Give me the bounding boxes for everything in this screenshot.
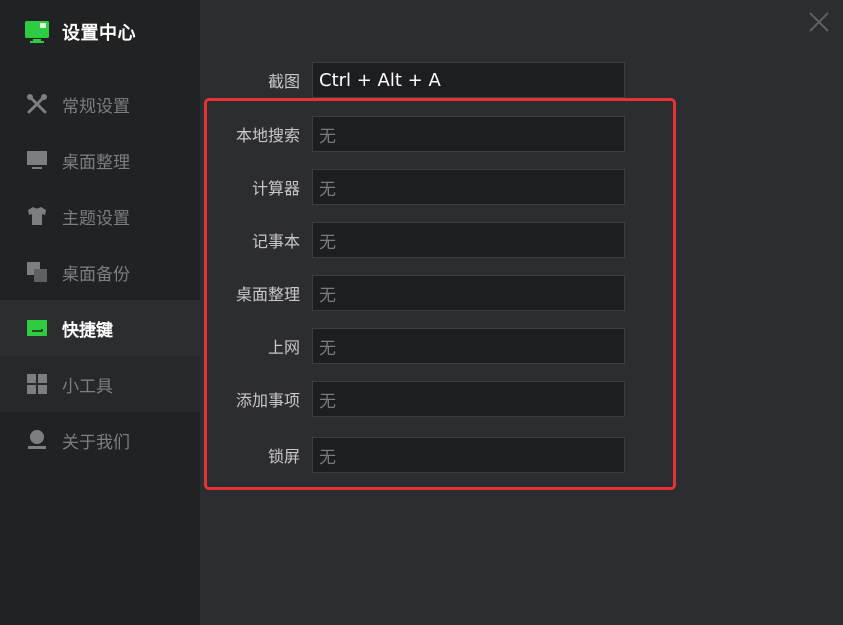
shirt-icon (26, 205, 48, 227)
shortcut-input[interactable]: 无 (312, 275, 625, 311)
sidebar-item-shortcuts[interactable]: 快捷键 (0, 300, 200, 356)
sidebar-item-about[interactable]: 关于我们 (0, 412, 200, 468)
shortcut-label: 桌面整理 (235, 285, 300, 304)
shortcut-input[interactable]: 无 (312, 169, 625, 205)
sidebar-item-label: 桌面备份 (62, 264, 130, 285)
sidebar-item-desktop-organize[interactable]: 桌面整理 (0, 132, 200, 188)
shortcut-input[interactable]: 无 (312, 328, 625, 364)
tools-icon (26, 93, 48, 115)
sidebar-nav: 常规设置 桌面整理 主题设置 桌面备份 快捷键 小工具 关于我们 (0, 76, 200, 468)
shortcut-input[interactable]: 无 (312, 222, 625, 258)
app-title: 设置中心 (62, 23, 136, 44)
shortcut-label: 计算器 (251, 179, 300, 198)
shortcut-input[interactable]: 无 (312, 381, 625, 417)
sidebar: 设置中心 常规设置 桌面整理 主题设置 桌面备份 快捷键 小工具 关于我们 (0, 0, 200, 625)
shortcut-row-add-item: 添加事项 无 (214, 380, 638, 418)
settings-window: 设置中心 常规设置 桌面整理 主题设置 桌面备份 快捷键 小工具 关于我们 截图… (0, 0, 843, 625)
shortcut-row-notepad: 记事本 无 (214, 221, 638, 259)
sidebar-item-label: 常规设置 (62, 96, 130, 117)
sidebar-item-label: 小工具 (62, 376, 113, 397)
copy-icon (26, 261, 48, 283)
monitor-logo-icon (24, 19, 50, 45)
shortcut-row-calculator: 计算器 无 (214, 168, 638, 206)
shortcut-input[interactable]: Ctrl + Alt + A (312, 62, 625, 98)
close-icon (809, 12, 829, 32)
shortcut-label: 记事本 (251, 232, 300, 251)
shortcut-label: 锁屏 (267, 447, 300, 466)
sidebar-item-general[interactable]: 常规设置 (0, 76, 200, 132)
keyboard-icon (26, 317, 48, 339)
grid-icon (26, 373, 48, 395)
shortcut-row-internet: 上网 无 (214, 327, 638, 365)
shortcut-row-local-search: 本地搜索 无 (214, 115, 638, 153)
shortcut-row-screenshot: 截图 Ctrl + Alt + A (214, 61, 638, 99)
shortcut-row-lock-screen: 锁屏 无 (214, 436, 638, 474)
sidebar-item-label: 主题设置 (62, 208, 130, 229)
shortcut-row-desktop-organize: 桌面整理 无 (214, 274, 638, 312)
sidebar-item-widgets[interactable]: 小工具 (0, 356, 200, 412)
close-button[interactable] (807, 10, 831, 34)
sidebar-item-label: 关于我们 (62, 432, 130, 453)
brand: 设置中心 (24, 16, 136, 48)
monitor-icon (26, 149, 48, 171)
shortcut-label: 截图 (267, 72, 300, 91)
shortcut-input[interactable]: 无 (312, 437, 625, 473)
shortcut-label: 本地搜索 (235, 126, 300, 145)
user-icon (26, 429, 48, 451)
sidebar-item-backup[interactable]: 桌面备份 (0, 244, 200, 300)
sidebar-item-label: 桌面整理 (62, 152, 130, 173)
sidebar-item-theme[interactable]: 主题设置 (0, 188, 200, 244)
sidebar-item-label: 快捷键 (62, 320, 113, 341)
shortcut-label: 添加事项 (235, 391, 300, 410)
shortcut-label: 上网 (267, 338, 300, 357)
shortcut-input[interactable]: 无 (312, 116, 625, 152)
